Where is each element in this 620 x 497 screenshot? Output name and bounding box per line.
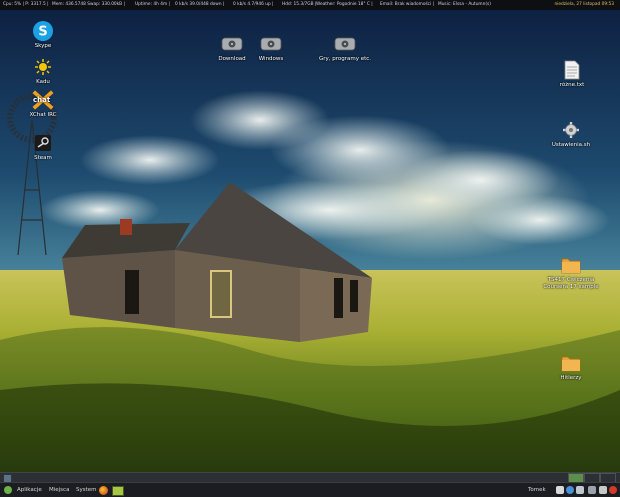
kadu-icon	[31, 56, 55, 78]
settings-icon	[559, 119, 583, 141]
email-stat: Email: Brak wiadomości |	[380, 2, 435, 7]
icon-label: Windows	[258, 56, 284, 62]
xchat-icon: chat	[31, 89, 55, 111]
folder-icon	[559, 254, 583, 276]
system-menu[interactable]: System	[76, 483, 97, 497]
text-file-icon	[560, 59, 584, 81]
cpu-stat: Cpu: 5% | P: 3317.5 |	[3, 2, 49, 7]
text-file-desktop-icon[interactable]: różne.txt	[555, 59, 589, 89]
volume-icon[interactable]	[576, 486, 584, 494]
uptime-stat: Uptime: 4h 4m |	[135, 2, 170, 7]
games-drive[interactable]: Gry, programy etc.	[317, 33, 373, 63]
firefox-launcher-icon[interactable]	[99, 486, 108, 495]
steam-icon	[31, 132, 55, 154]
weather-stat: Weather: Pogodnie 18° C |	[316, 2, 373, 7]
kadu-desktop-icon[interactable]: Kadu	[30, 56, 56, 86]
display-icon[interactable]	[588, 486, 596, 494]
hard-drive-icon	[333, 33, 357, 55]
terminal-launcher-icon[interactable]	[112, 486, 124, 496]
icon-label: Skype	[34, 43, 52, 49]
icon-label: Steam	[34, 155, 52, 161]
hdd-stat: Hdd: 15.3/7GB |	[282, 2, 317, 7]
upload-stat: 0 kb/s 4.7/946 up |	[233, 2, 274, 7]
network-icon[interactable]	[566, 486, 574, 494]
settings-desktop-icon[interactable]: Ustawienia.sh	[543, 119, 599, 149]
applications-menu[interactable]: Aplikacje	[17, 483, 42, 497]
hitlerzy-folder-desktop-icon[interactable]: Hitlerzy	[550, 352, 592, 382]
icon-label: Ustawienia.sh	[551, 142, 591, 148]
icon-label: Hitlerzy	[560, 375, 582, 381]
user-name[interactable]: Tomek	[528, 483, 546, 497]
icon-label: Download	[218, 56, 246, 62]
icon-label: Gry, programy etc.	[318, 56, 372, 62]
hard-drive-icon	[220, 33, 244, 55]
memory-stat: Mem: 436.5748 Swap: 330.00kB |	[52, 2, 125, 7]
download-stat: 0 kb/s 39.0/448 down |	[175, 2, 225, 7]
windows-drive[interactable]: Windows	[256, 33, 286, 63]
xchat-badge: chat	[33, 96, 51, 104]
svg-text:S: S	[38, 25, 47, 40]
top-status-bar: Cpu: 5% | P: 3317.5 | Mem: 436.5748 Swap…	[0, 0, 620, 10]
icon-label: Kadu	[36, 79, 50, 85]
desktop-wallpaper	[0, 10, 620, 472]
shutdown-icon[interactable]	[609, 486, 617, 494]
folder-icon	[559, 352, 583, 374]
icon-label: TS417 Cwiczenia Coursera 17 sample	[543, 277, 599, 290]
skype-icon: S	[31, 20, 55, 42]
bottom-panel: Aplikacje Miejsca System Tomek	[0, 482, 620, 497]
icon-label: XChat IRC	[29, 112, 57, 118]
distro-logo-icon[interactable]	[4, 486, 12, 494]
hard-drive-icon	[259, 33, 283, 55]
music-stat: Music: Elssa - Autumn(s)	[438, 2, 491, 7]
icon-label: różne.txt	[559, 82, 585, 88]
course-folder-desktop-icon[interactable]: TS417 Cwiczenia Coursera 17 sample	[538, 254, 604, 291]
battery-icon[interactable]	[599, 486, 607, 494]
clock: niedziela, 27 listopad 09:53	[554, 2, 614, 7]
places-menu[interactable]: Miejsca	[49, 483, 69, 497]
steam-desktop-icon[interactable]: Steam	[30, 132, 56, 162]
clipboard-icon[interactable]	[556, 486, 564, 494]
download-drive[interactable]: Download	[216, 33, 248, 63]
xchat-desktop-icon[interactable]: chat XChat IRC	[28, 89, 58, 119]
skype-desktop-icon[interactable]: S Skype	[30, 20, 56, 50]
